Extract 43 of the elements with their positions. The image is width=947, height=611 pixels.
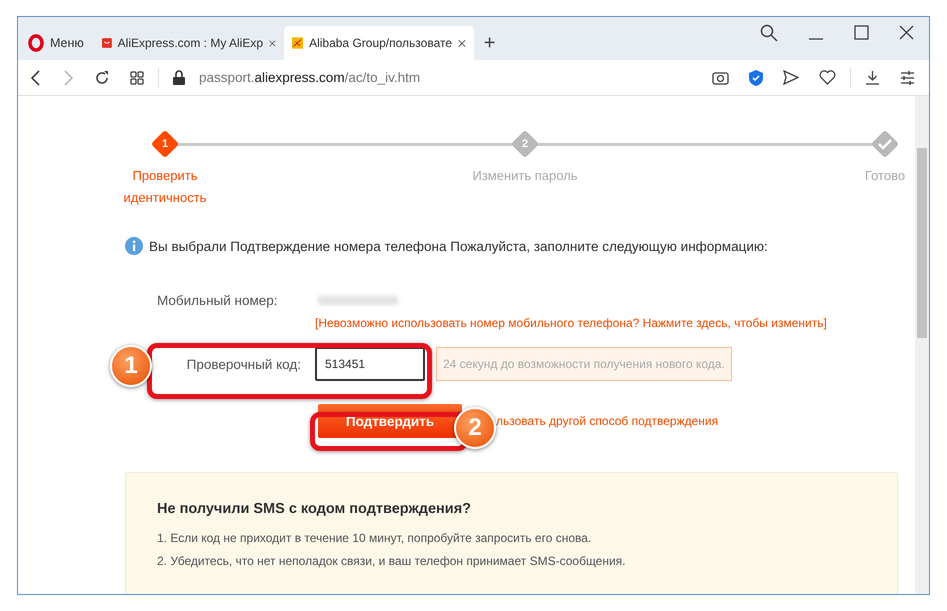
reload-icon[interactable] <box>94 70 110 86</box>
step-number-badge: 1 <box>110 345 152 387</box>
info-icon <box>125 237 143 255</box>
site-favicon-icon <box>292 35 304 51</box>
other-method-link[interactable]: льзовать другой способ подтверждения <box>496 414 718 428</box>
settings-icon[interactable] <box>900 70 915 84</box>
tab-title: Alibaba Group/пользовате <box>309 36 452 50</box>
code-input[interactable]: 513451 <box>315 347 425 381</box>
info-message: Вы выбрали Подтверждение номера телефона Пожалуйста, заполните следующую информацию: <box>149 238 768 254</box>
search-icon[interactable] <box>760 24 778 42</box>
help-item: 2. Убедитесь, что нет неполадок связи, и ваш телефон принимает SMS-сообщения. <box>157 554 627 568</box>
opera-logo-icon <box>28 34 44 52</box>
new-tab-button[interactable]: + <box>474 26 506 60</box>
change-number-link[interactable]: [Невозможно использовать номер мобильного телефона? Нажмите здесь, чтобы изменить] <box>315 316 827 330</box>
download-icon[interactable] <box>865 70 880 85</box>
field-label: Проверочный код: <box>186 356 302 372</box>
scrollbar[interactable] <box>915 96 929 594</box>
grid-icon[interactable] <box>130 70 144 84</box>
step-marker: 1 <box>150 130 180 158</box>
close-icon[interactable] <box>269 38 276 48</box>
menu-button[interactable]: Меню <box>24 26 94 60</box>
lock-icon <box>173 70 185 85</box>
scrollbar-thumb[interactable] <box>917 148 927 338</box>
browser-tab[interactable]: Alibaba Group/пользовате <box>284 26 474 60</box>
shield-icon[interactable] <box>749 70 763 86</box>
maximize-icon[interactable] <box>854 25 869 40</box>
address-bar[interactable]: passport.aliexpress.com/ac/to_iv.htm <box>199 70 420 85</box>
resend-timer-notice: 24 секунд до возможности получения нового кода. <box>436 347 732 381</box>
step-number-badge: 2 <box>454 407 496 449</box>
send-icon[interactable] <box>783 70 799 85</box>
heart-icon[interactable] <box>819 70 836 85</box>
back-icon[interactable] <box>30 70 42 86</box>
help-item: 1. Если код не приходит в течение 10 минут, попробуйте запросить его снова. <box>157 531 592 545</box>
help-title: Не получили SMS с кодом подтверждения? <box>157 501 472 517</box>
close-icon[interactable] <box>458 38 466 48</box>
tab-title: AliExpress.com : My AliExp <box>118 36 264 50</box>
check-icon <box>878 138 892 150</box>
field-label: Мобильный номер: <box>156 292 279 308</box>
browser-tab[interactable]: AliExpress.com : My AliExp <box>94 26 284 60</box>
shopping-bag-icon <box>102 35 112 51</box>
step-marker: 2 <box>510 130 540 158</box>
close-icon[interactable] <box>899 25 914 40</box>
camera-icon[interactable] <box>712 70 729 85</box>
